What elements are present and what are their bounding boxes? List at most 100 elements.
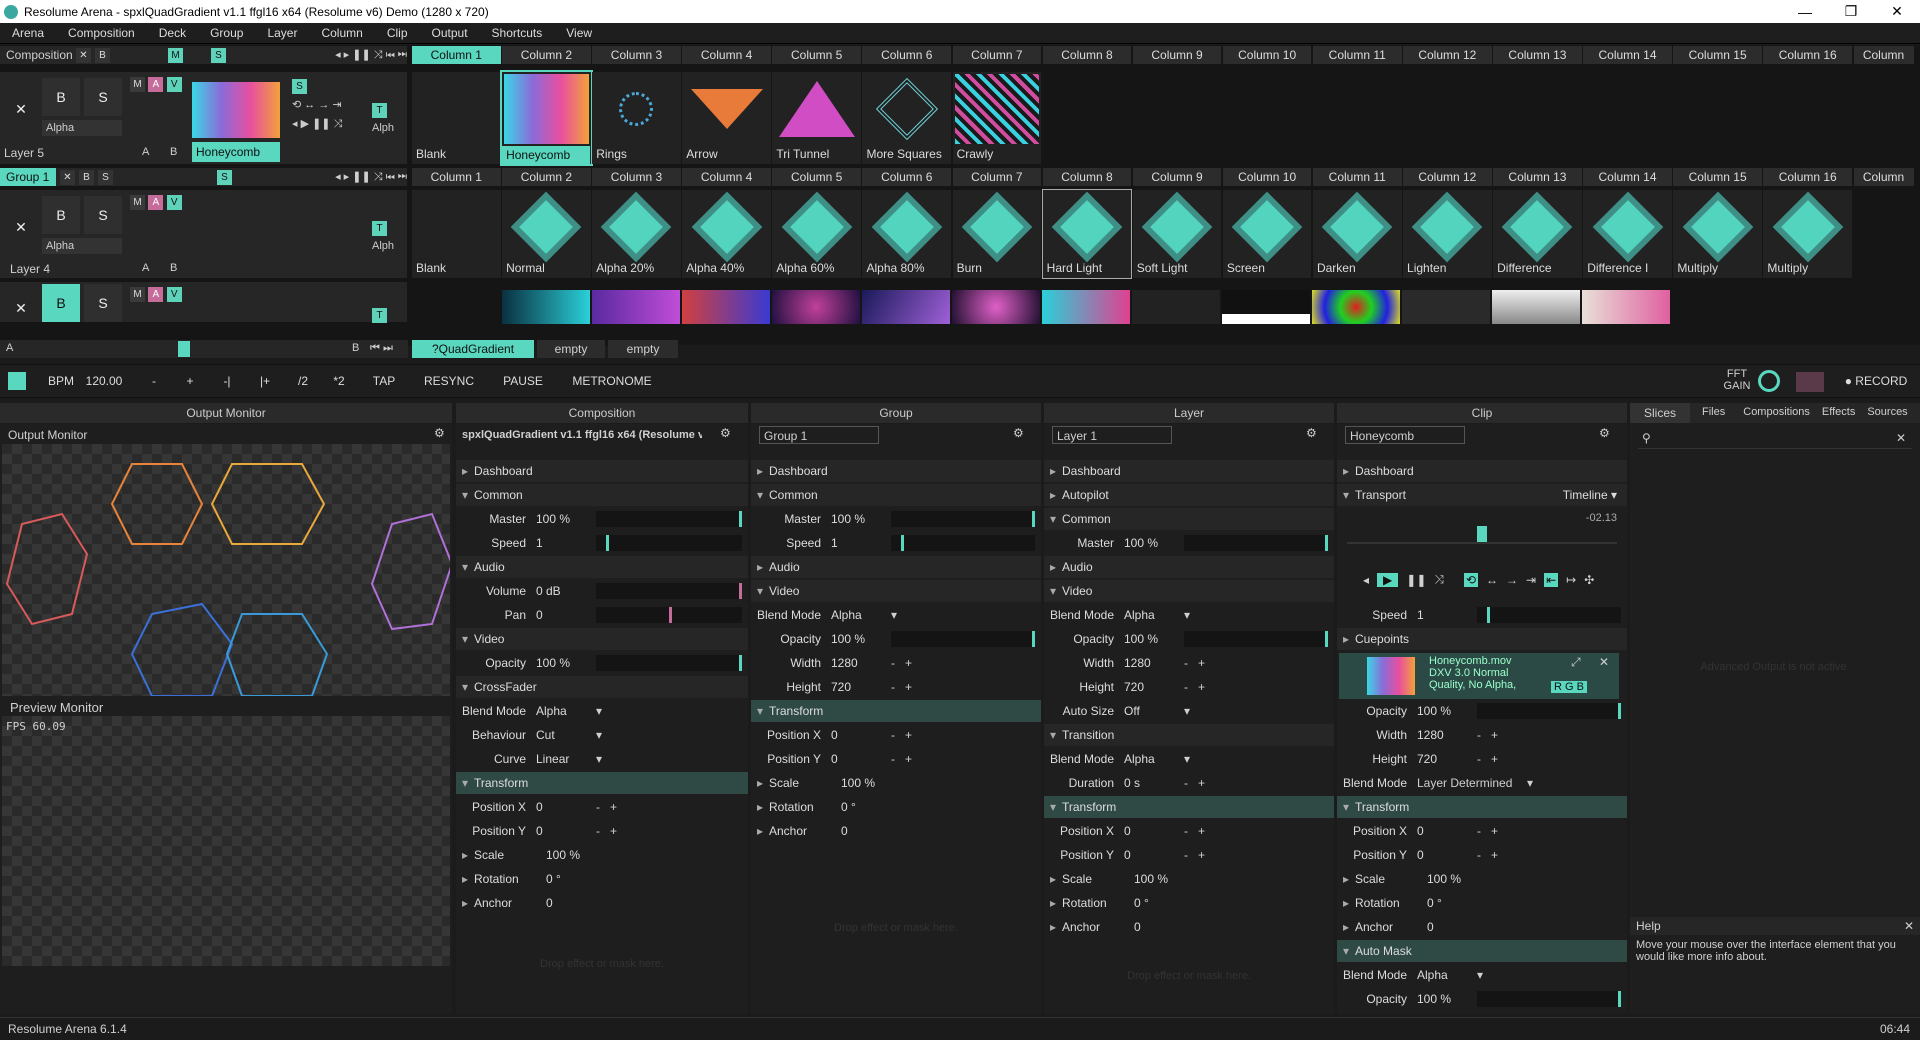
step-controls[interactable]: - +	[1477, 848, 1498, 862]
param-value[interactable]: 100 %	[1427, 872, 1461, 886]
group-clear-button[interactable]: ✕	[60, 169, 75, 185]
param-value[interactable]: 0	[1417, 848, 1477, 862]
column-header-2[interactable]: Column 2	[502, 46, 591, 64]
column-header-14[interactable]: Column 14	[1583, 46, 1672, 64]
param-slider[interactable]	[1477, 703, 1621, 719]
layer5-clear-button[interactable]: ✕	[2, 90, 40, 128]
layer5-a-button[interactable]: A	[148, 77, 164, 92]
param-value[interactable]: 0 °	[1427, 896, 1442, 910]
layer3-m-button[interactable]: M	[130, 287, 145, 302]
group-column-17[interactable]: Column	[1853, 168, 1914, 186]
layer-autopilot-section[interactable]: Autopilot	[1044, 484, 1334, 506]
layer3-clip-12[interactable]	[1492, 290, 1580, 324]
group-column-2[interactable]: Column 2	[502, 168, 591, 186]
bpm-value[interactable]: 120.00	[80, 366, 128, 396]
group-column-11[interactable]: Column 11	[1312, 168, 1402, 186]
clip-alpha-60[interactable]: Alpha 60%	[772, 190, 861, 278]
clip-hard-light[interactable]: Hard Light	[1041, 189, 1133, 279]
layer5-m-button[interactable]: M	[130, 77, 145, 92]
group-column-16[interactable]: Column 16	[1763, 168, 1852, 186]
param-value[interactable]: 100 %	[1417, 992, 1477, 1006]
layer3-clip-13[interactable]	[1582, 290, 1670, 324]
play-icon[interactable]: ▶	[1377, 572, 1399, 587]
clip-crawly[interactable]: Crawly	[952, 72, 1042, 164]
comp-audio-section[interactable]: Audio	[456, 556, 748, 578]
layer3-solo-button[interactable]: S	[84, 284, 122, 322]
slider-handle[interactable]	[1618, 703, 1621, 719]
layer-name-field[interactable]: Layer 1	[1052, 426, 1172, 444]
timeline-playhead[interactable]	[1477, 526, 1487, 542]
menu-view[interactable]: View	[554, 26, 604, 40]
group-video-section[interactable]: Video	[751, 580, 1041, 602]
param-dropdown[interactable]: Layer Determined	[1417, 776, 1527, 790]
column-header-8[interactable]: Column 8	[1042, 46, 1132, 64]
clip-blank[interactable]: Blank	[412, 190, 501, 278]
param-slider[interactable]	[1184, 535, 1328, 551]
layer3-clear-button[interactable]: ✕	[2, 294, 40, 322]
column-header-11[interactable]: Column 11	[1312, 46, 1402, 64]
group-solo-button[interactable]: S	[98, 169, 113, 185]
layer3-clip-7[interactable]	[1042, 290, 1130, 324]
group-column-7[interactable]: Column 7	[952, 168, 1042, 186]
clip-timeline[interactable]	[1347, 526, 1617, 544]
loop-icon[interactable]: ⟲	[1463, 572, 1479, 587]
layer-transform-section[interactable]: Transform	[1044, 796, 1334, 818]
trigger-icon[interactable]: ⇤	[1544, 572, 1559, 587]
clip-multiply-2[interactable]: Multiply	[1763, 190, 1852, 278]
tab-slices[interactable]: Slices	[1630, 403, 1691, 423]
gear-icon[interactable]: ⚙	[1306, 426, 1317, 440]
chevron-down-icon[interactable]: ▾	[1527, 776, 1533, 790]
param-value[interactable]: 0	[831, 752, 891, 766]
slider-handle[interactable]	[669, 607, 672, 623]
browser-search-input[interactable]: ⚲ ✕	[1638, 429, 1912, 449]
step-controls[interactable]: - +	[891, 680, 912, 694]
clip-blank[interactable]: Blank	[412, 72, 501, 164]
group-column-12[interactable]: Column 12	[1403, 168, 1492, 186]
deck-tab-empty-1[interactable]: empty	[537, 340, 605, 358]
param-slider[interactable]	[596, 511, 742, 527]
slider-handle[interactable]	[739, 511, 742, 527]
layer5-a-label[interactable]: A	[142, 146, 149, 158]
layer4-a-button[interactable]: A	[148, 195, 164, 210]
column-header-9[interactable]: Column 9	[1132, 46, 1222, 64]
param-slider[interactable]	[891, 535, 1035, 551]
tab-sources[interactable]: Sources	[1861, 403, 1913, 423]
menu-output[interactable]: Output	[420, 26, 480, 40]
param-value[interactable]: 1	[1417, 608, 1477, 622]
slider-handle[interactable]	[1487, 607, 1490, 623]
bpm-minus-button[interactable]: -	[140, 366, 168, 396]
slider-handle[interactable]	[739, 655, 742, 671]
clip-burn[interactable]: Burn	[952, 190, 1042, 278]
column-header-6[interactable]: Column 6	[862, 46, 952, 64]
gear-icon[interactable]: ⚙	[434, 426, 445, 440]
layer4-v-button[interactable]: V	[166, 195, 182, 210]
clip-automask-section[interactable]: Auto Mask	[1337, 940, 1627, 962]
group-common-section[interactable]: Common	[751, 484, 1041, 506]
layer5-b-label[interactable]: B	[170, 146, 177, 158]
group-audio-section[interactable]: Audio	[751, 556, 1041, 578]
step-controls[interactable]: - +	[1184, 656, 1205, 670]
column-header-4[interactable]: Column 4	[682, 46, 771, 64]
nudge-plus-button[interactable]: |+	[250, 366, 280, 396]
bounce-icon[interactable]: ↔	[1486, 573, 1498, 587]
param-label[interactable]: Scale	[474, 844, 546, 866]
param-slider[interactable]	[596, 583, 742, 599]
clip-lighten[interactable]: Lighten	[1403, 190, 1492, 278]
column-transport-icons[interactable]: ◂ ▸ ❚❚ ⤨ ⏮ ⏭	[335, 48, 407, 62]
slider-handle[interactable]	[1032, 631, 1035, 647]
step-controls[interactable]: - +	[891, 752, 912, 766]
param-label[interactable]: Anchor	[1355, 916, 1427, 938]
layer-transition-section[interactable]: Transition	[1044, 724, 1334, 746]
step-controls[interactable]: - +	[1477, 824, 1498, 838]
step-controls[interactable]: - +	[1477, 752, 1498, 766]
slider-handle[interactable]	[1325, 631, 1328, 647]
layer5-solo-button[interactable]: S	[84, 78, 122, 116]
param-value[interactable]: 0	[536, 824, 596, 838]
layer-audio-section[interactable]: Audio	[1044, 556, 1334, 578]
param-dropdown[interactable]: Alpha	[536, 704, 596, 718]
step-controls[interactable]: - +	[596, 824, 617, 838]
param-value[interactable]: 0 dB	[536, 584, 596, 598]
clear-search-icon[interactable]: ✕	[1896, 431, 1906, 445]
minimize-button[interactable]: —	[1782, 4, 1828, 20]
comp-video-section[interactable]: Video	[456, 628, 748, 650]
